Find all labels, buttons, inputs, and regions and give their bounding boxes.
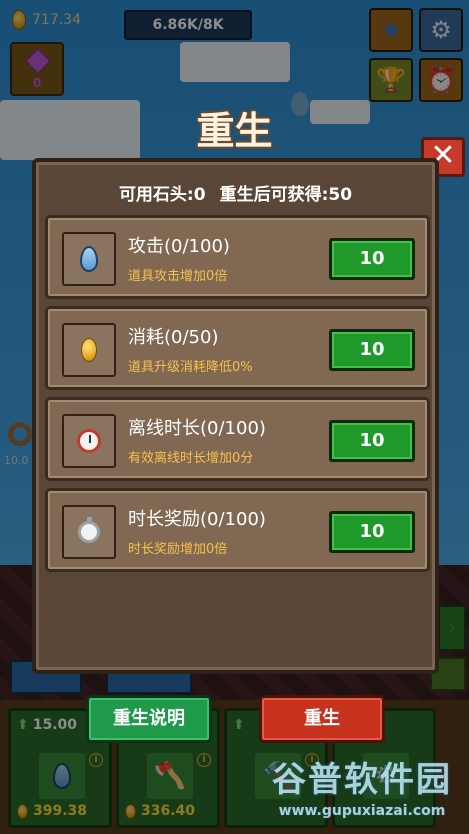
upgrade-name: 离线时长(0/100) [128, 418, 266, 439]
upgrade-button[interactable]: 10 [329, 511, 415, 553]
upgrade-row-cost: 消耗(0/50) 道具升级消耗降低0% 10 [45, 306, 430, 390]
watermark-url: www.gupuxiazai.com [278, 803, 446, 819]
watermark-brand: 谷普软件园 [272, 760, 452, 800]
rebirth-explain-button[interactable]: 重生说明 [86, 695, 212, 743]
water-drop-icon [80, 246, 98, 272]
upgrade-button[interactable]: 10 [329, 238, 415, 280]
upgrade-row-attack: 攻击(0/100) 道具攻击增加0倍 10 [45, 215, 430, 299]
upgrade-icon-slot [62, 505, 116, 559]
stopwatch-icon [78, 517, 100, 543]
upgrade-row-time-reward: 时长奖励(0/100) 时长奖励增加0倍 10 [45, 488, 430, 572]
upgrade-name: 攻击(0/100) [128, 236, 230, 257]
rebirth-button[interactable]: 重生 [259, 695, 385, 743]
rebirth-panel: 可用石头:0 重生后可获得:50 攻击(0/100) 道具攻击增加0倍 10 消耗… [32, 158, 439, 674]
upgrade-row-offline: 离线时长(0/100) 有效离线时长增加0分 10 [45, 397, 430, 481]
modal-title: 重生 [196, 109, 273, 153]
stone-summary: 可用石头:0 重生后可获得:50 [36, 180, 435, 205]
upgrade-button[interactable]: 10 [329, 420, 415, 462]
watermark: 谷普软件园 www.gupuxiazai.com [258, 752, 466, 819]
alarm-clock-icon [77, 429, 101, 453]
upgrade-button[interactable]: 10 [329, 329, 415, 371]
upgrade-desc: 时长奖励增加0倍 [128, 542, 228, 557]
upgrade-name: 时长奖励(0/100) [128, 509, 266, 530]
available-stones: 可用石头:0 [118, 185, 206, 205]
upgrade-icon-slot [62, 414, 116, 468]
upgrade-desc: 道具攻击增加0倍 [128, 269, 228, 284]
rebirth-gain: 重生后可获得:50 [219, 185, 353, 205]
upgrade-icon-slot [62, 323, 116, 377]
gold-coin-icon [81, 338, 97, 362]
upgrade-desc: 道具升级消耗降低0% [128, 360, 253, 375]
upgrade-icon-slot [62, 232, 116, 286]
upgrade-name: 消耗(0/50) [128, 327, 219, 348]
upgrade-desc: 有效离线时长增加0分 [128, 451, 254, 466]
